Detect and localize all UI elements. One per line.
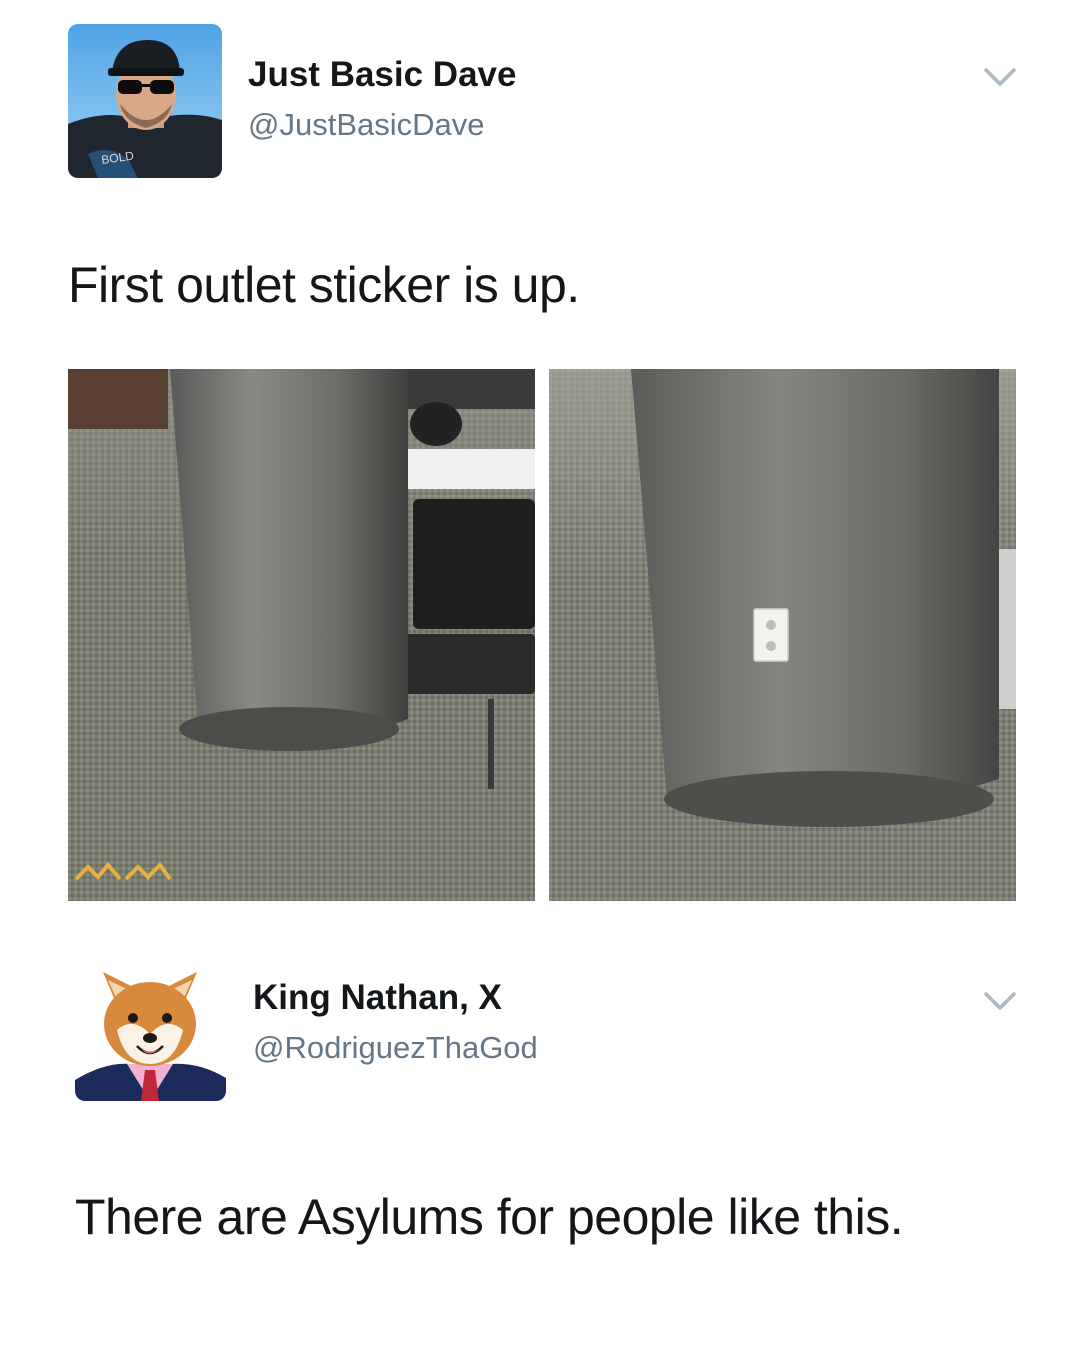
avatar[interactable]: BOLD <box>68 24 222 178</box>
outlet-sticker <box>753 608 789 662</box>
avatar[interactable] <box>75 952 226 1101</box>
shiba-in-suit-avatar <box>75 952 226 1101</box>
pillar-without-outlet-photo <box>68 369 535 901</box>
tweet-text: There are Asylums for people like this. <box>75 1189 904 1245</box>
tweet-photo[interactable] <box>68 369 535 901</box>
man-with-sunglasses-avatar: BOLD <box>68 24 222 178</box>
tweet-photo[interactable] <box>549 369 1016 901</box>
chevron-down-icon[interactable] <box>980 986 1020 1016</box>
user-handle[interactable]: @RodriguezThaGod <box>253 1030 538 1066</box>
display-name[interactable]: Just Basic Dave <box>248 55 516 95</box>
pillar-with-outlet-sticker-photo <box>549 369 1016 901</box>
display-name[interactable]: King Nathan, X <box>253 978 502 1018</box>
tweet-text: First outlet sticker is up. <box>68 257 580 313</box>
user-handle[interactable]: @JustBasicDave <box>248 107 485 143</box>
chevron-down-icon[interactable] <box>980 62 1020 92</box>
